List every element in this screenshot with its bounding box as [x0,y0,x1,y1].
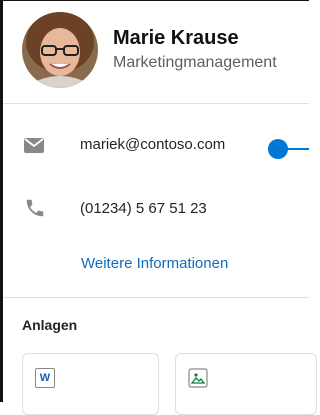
image-file-icon [188,368,208,388]
section-divider [3,297,309,298]
attachment-card-image[interactable] [175,353,317,415]
word-document-icon: W [35,368,55,388]
email-link[interactable]: mariek@contoso.com [80,136,225,153]
attachment-card-word[interactable]: W [22,353,159,415]
avatar[interactable] [22,12,98,88]
phone-icon [24,197,46,224]
callout-marker [268,139,288,159]
window-left-edge [0,0,3,402]
mail-icon [24,138,44,158]
window-top-edge [0,0,309,1]
header-divider [3,103,309,104]
more-info-link[interactable]: Weitere Informationen [81,255,228,272]
contact-name: Marie Krause [113,27,239,49]
phone-number[interactable]: (01234) 5 67 51 23 [80,200,207,217]
contact-department: Marketingmanagement [113,54,277,71]
attachments-title: Anlagen [22,317,78,333]
profile-photo [22,12,98,88]
callout-line [286,148,309,150]
